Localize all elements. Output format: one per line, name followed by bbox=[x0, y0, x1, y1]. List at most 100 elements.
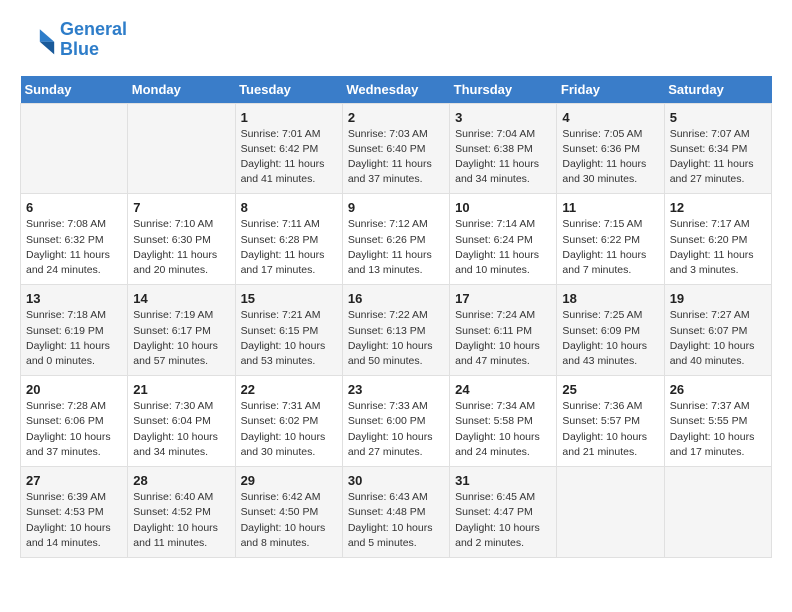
day-info: Sunrise: 6:43 AM Sunset: 4:48 PM Dayligh… bbox=[348, 490, 444, 551]
logo: General Blue bbox=[20, 20, 127, 60]
day-info: Sunrise: 7:22 AM Sunset: 6:13 PM Dayligh… bbox=[348, 308, 444, 369]
day-number: 6 bbox=[26, 200, 122, 215]
calendar-cell: 4 Sunrise: 7:05 AM Sunset: 6:36 PM Daylig… bbox=[557, 103, 664, 194]
calendar-cell: 26 Sunrise: 7:37 AM Sunset: 5:55 PM Dayli… bbox=[664, 376, 771, 467]
day-number: 30 bbox=[348, 473, 444, 488]
logo-icon bbox=[20, 22, 56, 58]
calendar-cell: 10 Sunrise: 7:14 AM Sunset: 6:24 PM Dayli… bbox=[450, 194, 557, 285]
day-number: 16 bbox=[348, 291, 444, 306]
day-info: Sunrise: 7:11 AM Sunset: 6:28 PM Dayligh… bbox=[241, 217, 337, 278]
day-info: Sunrise: 7:08 AM Sunset: 6:32 PM Dayligh… bbox=[26, 217, 122, 278]
day-number: 31 bbox=[455, 473, 551, 488]
calendar-cell bbox=[557, 467, 664, 558]
day-number: 28 bbox=[133, 473, 229, 488]
day-number: 22 bbox=[241, 382, 337, 397]
day-info: Sunrise: 7:33 AM Sunset: 6:00 PM Dayligh… bbox=[348, 399, 444, 460]
calendar-cell: 27 Sunrise: 6:39 AM Sunset: 4:53 PM Dayli… bbox=[21, 467, 128, 558]
calendar-cell: 7Sunrise: 7:10 AM Sunset: 6:30 PM Daylig… bbox=[128, 194, 235, 285]
day-number: 4 bbox=[562, 110, 658, 125]
calendar-week-row: 13 Sunrise: 7:18 AM Sunset: 6:19 PM Dayli… bbox=[21, 285, 772, 376]
day-number: 3 bbox=[455, 110, 551, 125]
day-info: Sunrise: 7:05 AM Sunset: 6:36 PM Dayligh… bbox=[562, 127, 658, 188]
day-number: 10 bbox=[455, 200, 551, 215]
calendar-cell: 12 Sunrise: 7:17 AM Sunset: 6:20 PM Dayli… bbox=[664, 194, 771, 285]
day-info: Sunrise: 7:17 AM Sunset: 6:20 PM Dayligh… bbox=[670, 217, 766, 278]
calendar-cell bbox=[128, 103, 235, 194]
calendar-cell bbox=[21, 103, 128, 194]
day-info: Sunrise: 7:21 AM Sunset: 6:15 PM Dayligh… bbox=[241, 308, 337, 369]
calendar-cell: 24Sunrise: 7:34 AM Sunset: 5:58 PM Dayli… bbox=[450, 376, 557, 467]
day-info: Sunrise: 6:45 AM Sunset: 4:47 PM Dayligh… bbox=[455, 490, 551, 551]
calendar-cell: 2 Sunrise: 7:03 AM Sunset: 6:40 PM Daylig… bbox=[342, 103, 449, 194]
day-info: Sunrise: 7:12 AM Sunset: 6:26 PM Dayligh… bbox=[348, 217, 444, 278]
day-number: 11 bbox=[562, 200, 658, 215]
day-number: 12 bbox=[670, 200, 766, 215]
weekday-header-wednesday: Wednesday bbox=[342, 76, 449, 104]
calendar-cell: 3 Sunrise: 7:04 AM Sunset: 6:38 PM Daylig… bbox=[450, 103, 557, 194]
weekday-header-row: SundayMondayTuesdayWednesdayThursdayFrid… bbox=[21, 76, 772, 104]
calendar-cell: 31 Sunrise: 6:45 AM Sunset: 4:47 PM Dayli… bbox=[450, 467, 557, 558]
day-info: Sunrise: 7:15 AM Sunset: 6:22 PM Dayligh… bbox=[562, 217, 658, 278]
day-number: 23 bbox=[348, 382, 444, 397]
day-number: 18 bbox=[562, 291, 658, 306]
calendar-cell bbox=[664, 467, 771, 558]
calendar-cell: 17 Sunrise: 7:24 AM Sunset: 6:11 PM Dayli… bbox=[450, 285, 557, 376]
calendar-table: SundayMondayTuesdayWednesdayThursdayFrid… bbox=[20, 76, 772, 558]
day-number: 7 bbox=[133, 200, 229, 215]
day-number: 29 bbox=[241, 473, 337, 488]
calendar-week-row: 1Sunrise: 7:01 AM Sunset: 6:42 PM Daylig… bbox=[21, 103, 772, 194]
weekday-header-monday: Monday bbox=[128, 76, 235, 104]
day-info: Sunrise: 7:30 AM Sunset: 6:04 PM Dayligh… bbox=[133, 399, 229, 460]
calendar-cell: 22 Sunrise: 7:31 AM Sunset: 6:02 PM Dayli… bbox=[235, 376, 342, 467]
day-info: Sunrise: 6:42 AM Sunset: 4:50 PM Dayligh… bbox=[241, 490, 337, 551]
day-info: Sunrise: 7:01 AM Sunset: 6:42 PM Dayligh… bbox=[241, 127, 337, 188]
day-number: 17 bbox=[455, 291, 551, 306]
page-header: General Blue bbox=[20, 20, 772, 60]
calendar-cell: 29 Sunrise: 6:42 AM Sunset: 4:50 PM Dayli… bbox=[235, 467, 342, 558]
day-number: 26 bbox=[670, 382, 766, 397]
day-info: Sunrise: 7:37 AM Sunset: 5:55 PM Dayligh… bbox=[670, 399, 766, 460]
day-number: 9 bbox=[348, 200, 444, 215]
calendar-week-row: 20Sunrise: 7:28 AM Sunset: 6:06 PM Dayli… bbox=[21, 376, 772, 467]
calendar-cell: 6 Sunrise: 7:08 AM Sunset: 6:32 PM Daylig… bbox=[21, 194, 128, 285]
calendar-cell: 13 Sunrise: 7:18 AM Sunset: 6:19 PM Dayli… bbox=[21, 285, 128, 376]
weekday-header-sunday: Sunday bbox=[21, 76, 128, 104]
day-number: 21 bbox=[133, 382, 229, 397]
day-number: 8 bbox=[241, 200, 337, 215]
day-info: Sunrise: 7:19 AM Sunset: 6:17 PM Dayligh… bbox=[133, 308, 229, 369]
calendar-cell: 5 Sunrise: 7:07 AM Sunset: 6:34 PM Daylig… bbox=[664, 103, 771, 194]
calendar-cell: 16 Sunrise: 7:22 AM Sunset: 6:13 PM Dayli… bbox=[342, 285, 449, 376]
day-number: 27 bbox=[26, 473, 122, 488]
day-info: Sunrise: 7:28 AM Sunset: 6:06 PM Dayligh… bbox=[26, 399, 122, 460]
day-number: 19 bbox=[670, 291, 766, 306]
calendar-cell: 14Sunrise: 7:19 AM Sunset: 6:17 PM Dayli… bbox=[128, 285, 235, 376]
calendar-cell: 28 Sunrise: 6:40 AM Sunset: 4:52 PM Dayli… bbox=[128, 467, 235, 558]
day-info: Sunrise: 7:24 AM Sunset: 6:11 PM Dayligh… bbox=[455, 308, 551, 369]
day-info: Sunrise: 7:03 AM Sunset: 6:40 PM Dayligh… bbox=[348, 127, 444, 188]
day-number: 2 bbox=[348, 110, 444, 125]
weekday-header-tuesday: Tuesday bbox=[235, 76, 342, 104]
calendar-cell: 23 Sunrise: 7:33 AM Sunset: 6:00 PM Dayli… bbox=[342, 376, 449, 467]
weekday-header-saturday: Saturday bbox=[664, 76, 771, 104]
day-number: 24 bbox=[455, 382, 551, 397]
day-info: Sunrise: 7:04 AM Sunset: 6:38 PM Dayligh… bbox=[455, 127, 551, 188]
calendar-cell: 18 Sunrise: 7:25 AM Sunset: 6:09 PM Dayli… bbox=[557, 285, 664, 376]
day-number: 25 bbox=[562, 382, 658, 397]
calendar-cell: 1Sunrise: 7:01 AM Sunset: 6:42 PM Daylig… bbox=[235, 103, 342, 194]
day-number: 5 bbox=[670, 110, 766, 125]
day-info: Sunrise: 7:27 AM Sunset: 6:07 PM Dayligh… bbox=[670, 308, 766, 369]
day-info: Sunrise: 7:25 AM Sunset: 6:09 PM Dayligh… bbox=[562, 308, 658, 369]
day-info: Sunrise: 6:40 AM Sunset: 4:52 PM Dayligh… bbox=[133, 490, 229, 551]
calendar-cell: 11 Sunrise: 7:15 AM Sunset: 6:22 PM Dayli… bbox=[557, 194, 664, 285]
calendar-week-row: 27 Sunrise: 6:39 AM Sunset: 4:53 PM Dayli… bbox=[21, 467, 772, 558]
calendar-cell: 30 Sunrise: 6:43 AM Sunset: 4:48 PM Dayli… bbox=[342, 467, 449, 558]
weekday-header-friday: Friday bbox=[557, 76, 664, 104]
day-info: Sunrise: 6:39 AM Sunset: 4:53 PM Dayligh… bbox=[26, 490, 122, 551]
day-number: 15 bbox=[241, 291, 337, 306]
day-info: Sunrise: 7:31 AM Sunset: 6:02 PM Dayligh… bbox=[241, 399, 337, 460]
calendar-cell: 8 Sunrise: 7:11 AM Sunset: 6:28 PM Daylig… bbox=[235, 194, 342, 285]
day-info: Sunrise: 7:07 AM Sunset: 6:34 PM Dayligh… bbox=[670, 127, 766, 188]
day-info: Sunrise: 7:14 AM Sunset: 6:24 PM Dayligh… bbox=[455, 217, 551, 278]
day-info: Sunrise: 7:18 AM Sunset: 6:19 PM Dayligh… bbox=[26, 308, 122, 369]
day-number: 13 bbox=[26, 291, 122, 306]
